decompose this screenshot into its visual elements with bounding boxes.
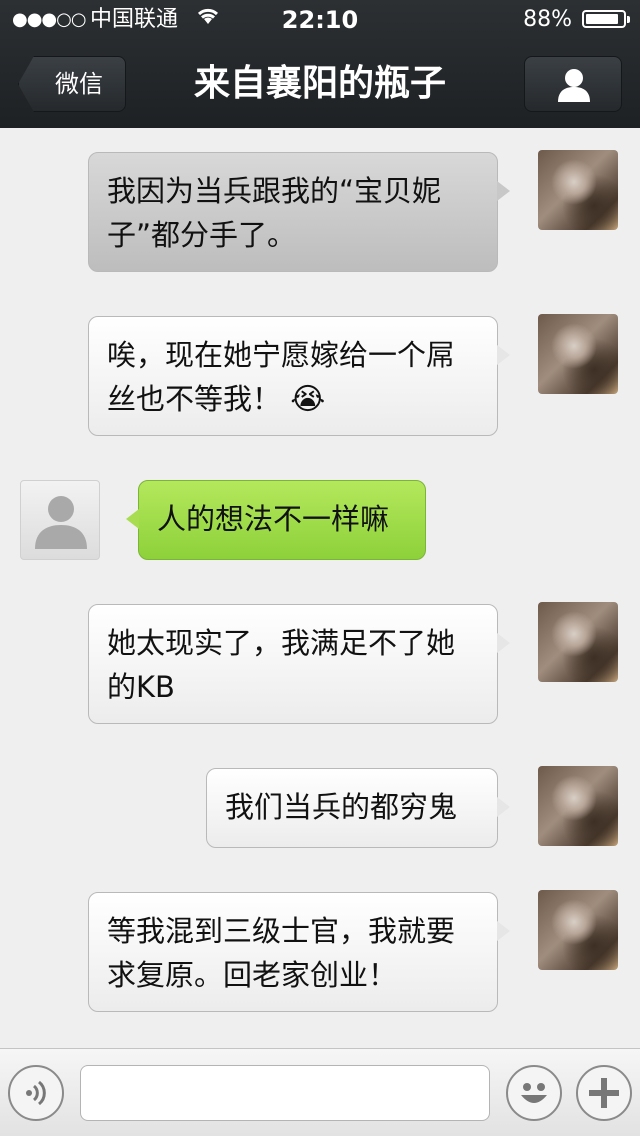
- message-list[interactable]: 我因为当兵跟我的“宝贝妮子”都分手了。 唉，现在她宁愿嫁给一个屌丝也不等我！ 😭…: [0, 128, 640, 1048]
- status-bar: ●●●○○ 中国联通 22:10 88%: [0, 0, 640, 40]
- profile-button[interactable]: [524, 56, 622, 112]
- avatar-self[interactable]: [538, 602, 618, 682]
- chat-screen: ●●●○○ 中国联通 22:10 88% 微信 来自襄阳的瓶子 我因为当兵跟我的…: [0, 0, 640, 1136]
- plus-icon: [589, 1078, 619, 1108]
- plus-button[interactable]: [576, 1065, 632, 1121]
- voice-button[interactable]: [8, 1065, 64, 1121]
- message-text: 唉，现在她宁愿嫁给一个屌丝也不等我！: [107, 338, 456, 416]
- smiley-icon: [521, 1083, 547, 1103]
- person-icon: [558, 69, 590, 102]
- avatar-self[interactable]: [538, 766, 618, 846]
- message-bubble-sent[interactable]: 等我混到三级士官，我就要求复原。回老家创业！: [88, 892, 510, 1012]
- message-text: 我因为当兵跟我的“宝贝妮子”都分手了。: [107, 174, 442, 252]
- message-bubble-sent[interactable]: 她太现实了，我满足不了她的KB: [88, 604, 510, 724]
- emoji-button[interactable]: [506, 1065, 562, 1121]
- avatar-contact[interactable]: [20, 480, 100, 560]
- message-text: 等我混到三级士官，我就要求复原。回老家创业！: [107, 914, 456, 992]
- voice-icon: [26, 1080, 46, 1106]
- battery-percent: 88%: [523, 7, 572, 32]
- message-text: 人的想法不一样嘛: [157, 502, 390, 536]
- back-button[interactable]: 微信: [18, 56, 126, 112]
- chat-title: 来自襄阳的瓶子: [193, 63, 446, 104]
- message-input[interactable]: [80, 1065, 490, 1121]
- input-toolbar: [0, 1048, 640, 1136]
- message-bubble-sent[interactable]: 我们当兵的都穷鬼: [206, 768, 510, 848]
- message-bubble-sent[interactable]: 唉，现在她宁愿嫁给一个屌丝也不等我！ 😭: [88, 316, 510, 436]
- battery-icon: [582, 10, 630, 28]
- navigation-bar: 微信 来自襄阳的瓶子: [0, 40, 640, 128]
- message-text: 她太现实了，我满足不了她的KB: [107, 626, 456, 704]
- message-text: 我们当兵的都穷鬼: [225, 790, 458, 824]
- avatar-self[interactable]: [538, 890, 618, 970]
- top-bar: ●●●○○ 中国联通 22:10 88% 微信 来自襄阳的瓶子: [0, 0, 640, 128]
- avatar-self[interactable]: [538, 150, 618, 230]
- message-bubble-sent[interactable]: 我因为当兵跟我的“宝贝妮子”都分手了。: [88, 152, 510, 272]
- crying-emoji-icon: 😭: [290, 382, 326, 417]
- avatar-self[interactable]: [538, 314, 618, 394]
- default-person-icon: [35, 496, 87, 549]
- message-bubble-received[interactable]: 人的想法不一样嘛: [126, 480, 426, 560]
- battery-level: [586, 14, 618, 24]
